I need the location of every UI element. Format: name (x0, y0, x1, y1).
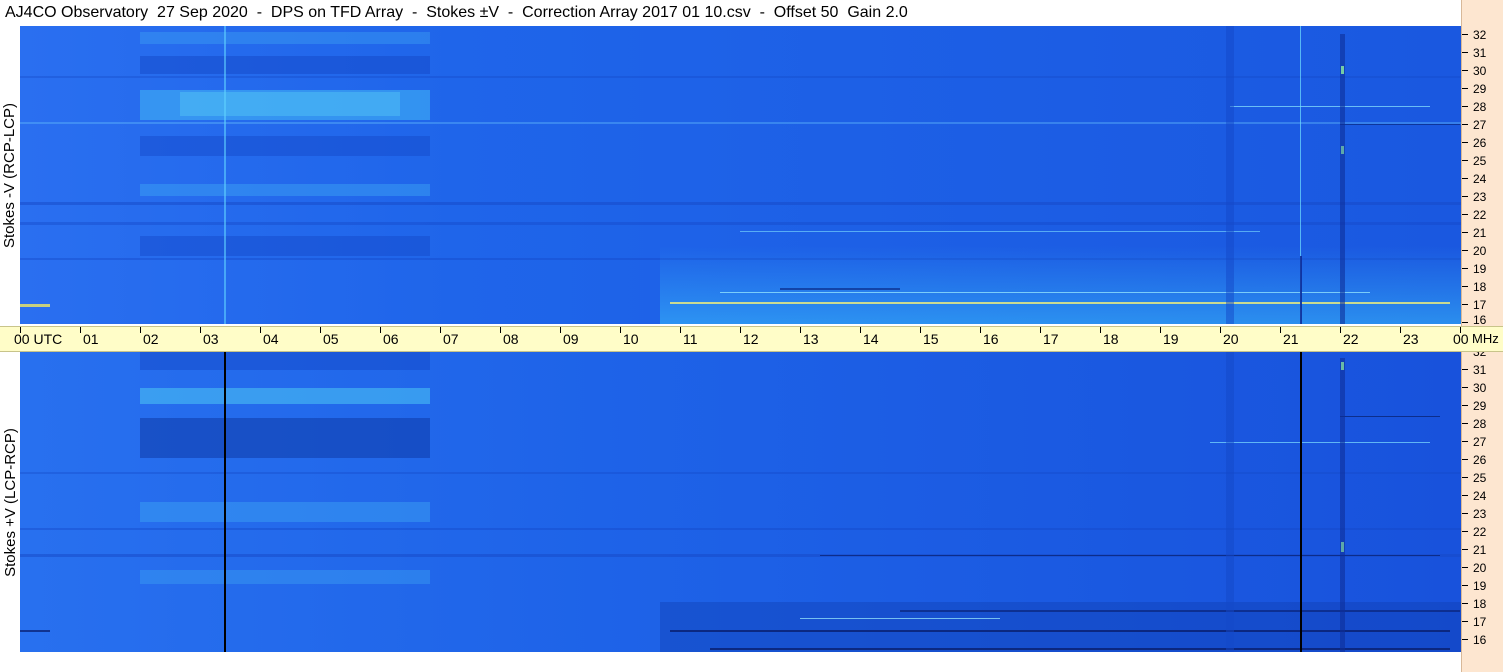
freq-tick: 28 (1462, 415, 1503, 433)
freq-tick: 31 (1462, 44, 1503, 62)
freq-tick: 31 (1462, 361, 1503, 379)
freq-tick: 30 (1462, 379, 1503, 397)
freq-tick: 17 (1462, 296, 1503, 314)
freq-tick: 26 (1462, 451, 1503, 469)
freq-tick: 18 (1462, 278, 1503, 296)
freq-tick: 25 (1462, 469, 1503, 487)
freq-tick: 21 (1462, 541, 1503, 559)
freq-tick: 16 (1462, 631, 1503, 649)
freq-tick: 26 (1462, 134, 1503, 152)
freq-tick: 30 (1462, 62, 1503, 80)
freq-tick: 29 (1462, 397, 1503, 415)
freq-tick: 29 (1462, 80, 1503, 98)
frequency-unit-label: MHz (1472, 331, 1499, 346)
top-panel-label-text: Stokes -V (RCP-LCP) (1, 102, 19, 248)
freq-tick: 17 (1462, 613, 1503, 631)
freq-tick: 19 (1462, 260, 1503, 278)
freq-tick: 24 (1462, 487, 1503, 505)
freq-tick: 18 (1462, 595, 1503, 613)
bottom-margin (0, 652, 1461, 672)
freq-tick: 28 (1462, 98, 1503, 116)
freq-tick: 23 (1462, 188, 1503, 206)
freq-tick: 21 (1462, 224, 1503, 242)
freq-tick: 32 (1462, 26, 1503, 44)
freq-tick: 16 (1462, 314, 1503, 326)
frequency-scale-top: 32 31 30 29 28 27 26 25 24 23 22 21 20 1… (1461, 0, 1503, 326)
frequency-scale-bottom: 32 31 30 29 28 27 26 25 24 23 22 21 20 1… (1461, 345, 1503, 672)
freq-tick: 23 (1462, 505, 1503, 523)
freq-tick: 22 (1462, 523, 1503, 541)
spectrogram-bottom (20, 352, 1461, 652)
freq-tick: 27 (1462, 433, 1503, 451)
spectrogram-top (20, 26, 1461, 324)
freq-tick: 24 (1462, 170, 1503, 188)
time-axis: 00 UTC 01 02 03 04 05 06 07 08 09 10 11 … (0, 326, 1503, 352)
freq-tick: 27 (1462, 116, 1503, 134)
bottom-panel-label-text: Stokes +V (LCP-RCP) (1, 427, 19, 577)
freq-tick: 19 (1462, 577, 1503, 595)
freq-tick: 22 (1462, 206, 1503, 224)
freq-tick: 20 (1462, 559, 1503, 577)
top-panel-label: Stokes -V (RCP-LCP) (0, 26, 20, 324)
freq-tick: 25 (1462, 152, 1503, 170)
freq-tick: 20 (1462, 242, 1503, 260)
bottom-panel-label: Stokes +V (LCP-RCP) (0, 352, 20, 652)
window-title: AJ4CO Observatory 27 Sep 2020 - DPS on T… (0, 0, 1461, 26)
